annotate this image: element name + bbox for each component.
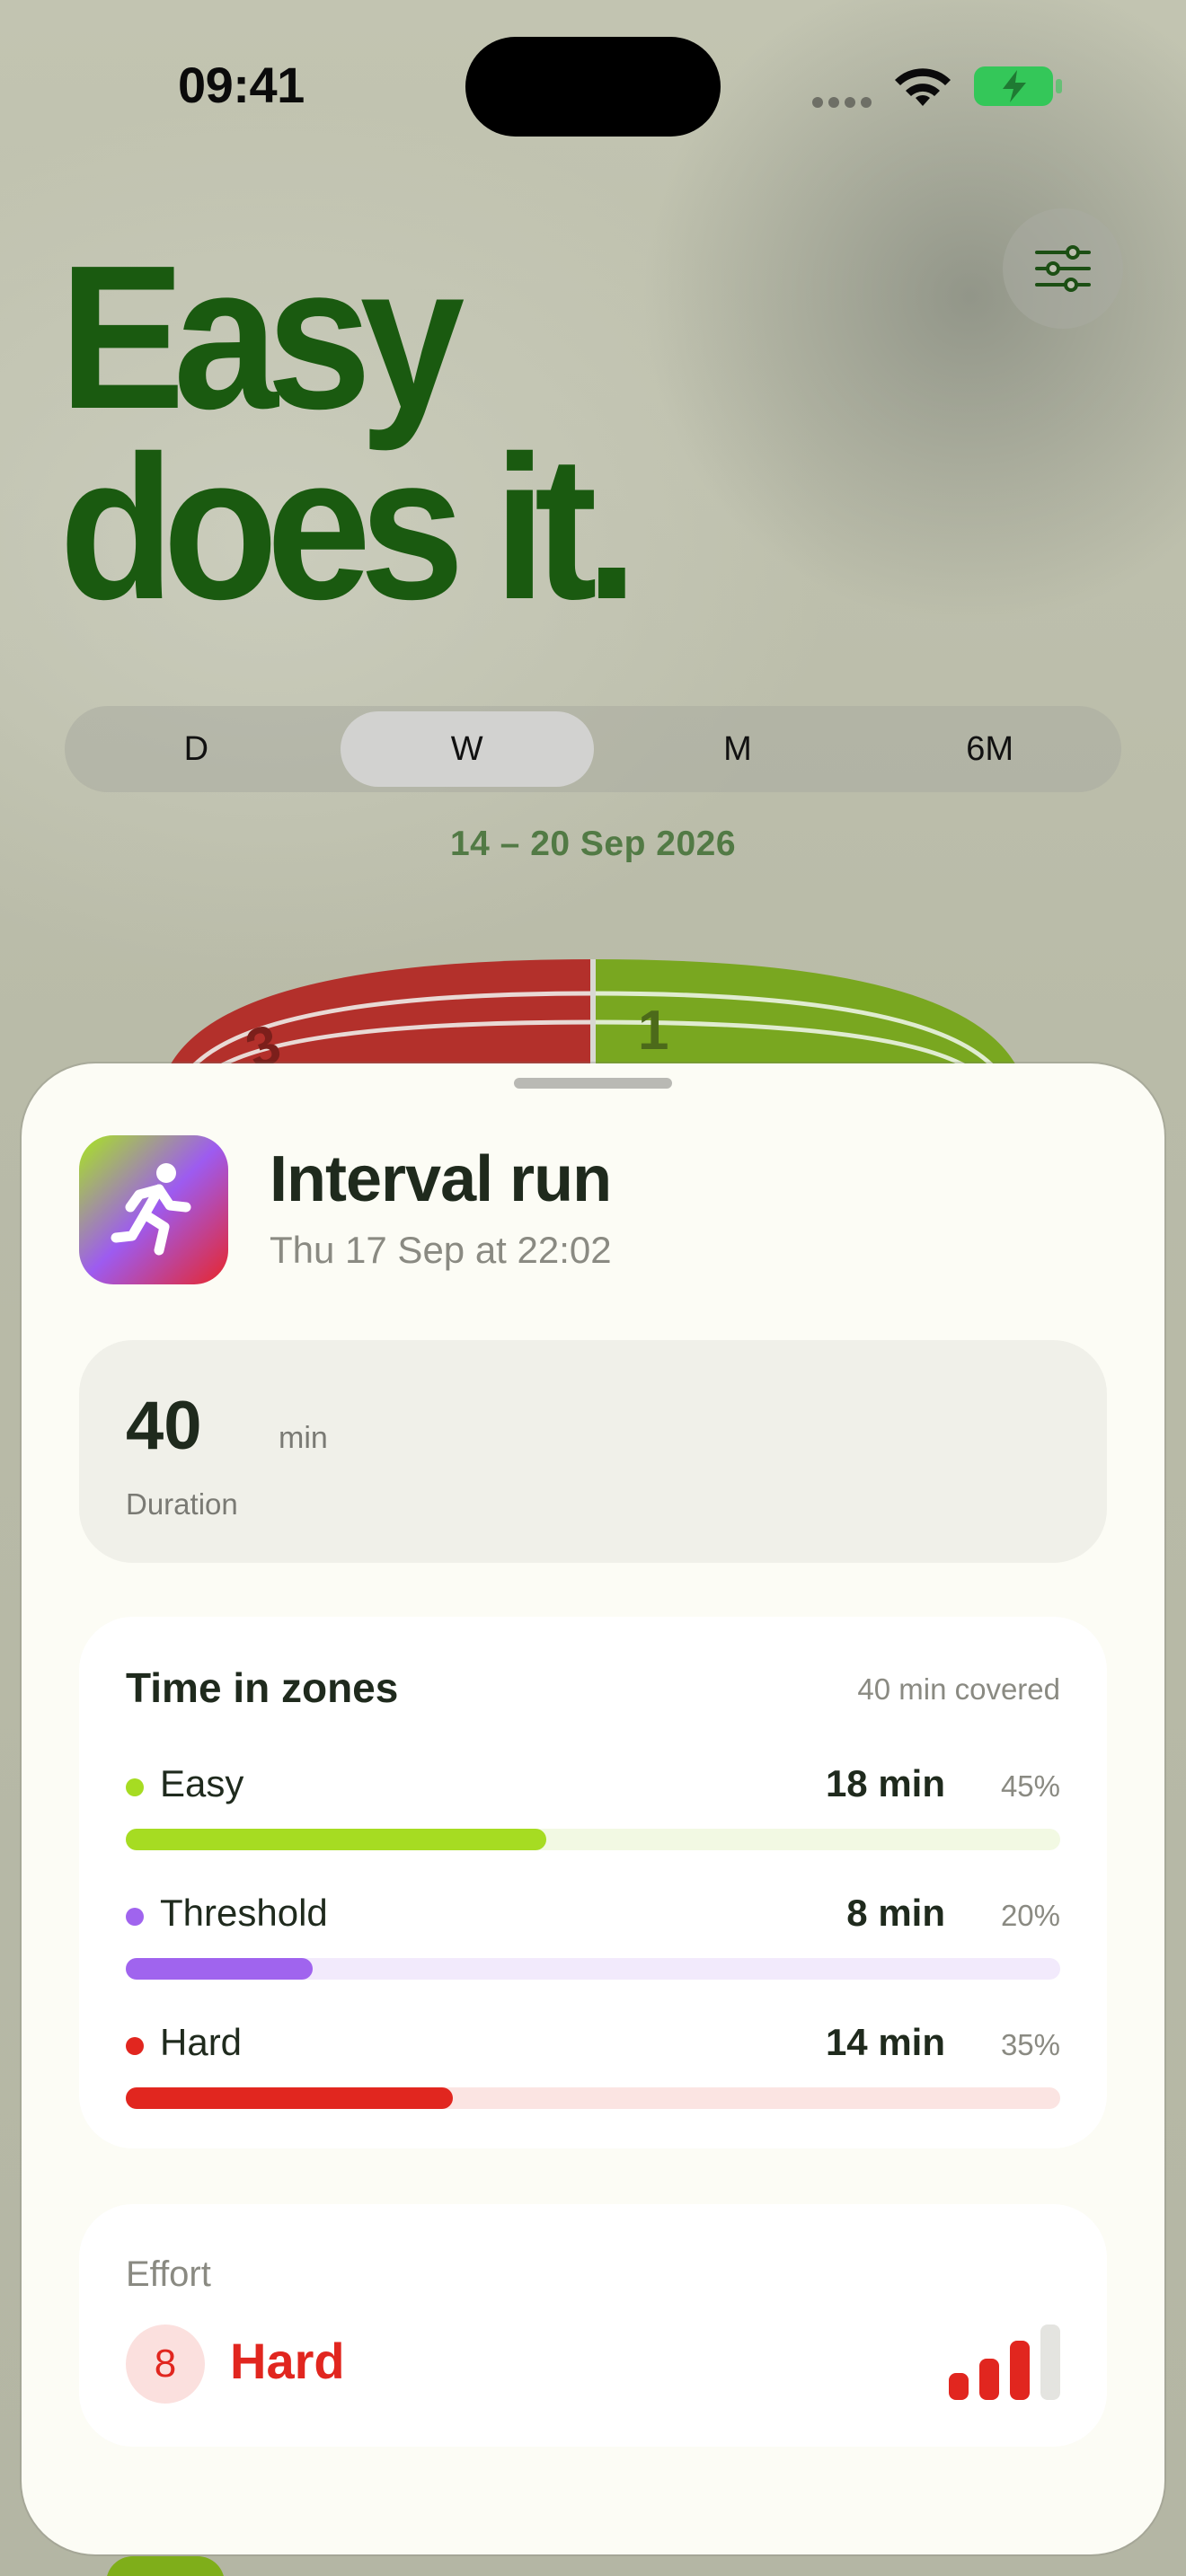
workout-app-icon [79, 1135, 228, 1284]
effort-bar [949, 2373, 969, 2400]
workout-datetime: Thu 17 Sep at 22:02 [270, 1229, 612, 1271]
track-lane-1-label: 1 [638, 1000, 668, 1062]
zone-row-threshold: Threshold 8 min 20% [126, 1883, 1060, 1980]
effort-bar [1040, 2325, 1060, 2400]
effort-label: Effort [126, 2254, 211, 2294]
zone-minutes: 8 min [846, 1892, 945, 1934]
hero-line-2: does it. [59, 414, 638, 642]
effort-score-badge: 8 [126, 2325, 205, 2404]
period-segmented-control: D W M 6M [65, 706, 1121, 792]
zone-name: Hard [160, 2021, 243, 2063]
dynamic-island [465, 37, 721, 137]
zone-percent: 20% [1000, 1899, 1060, 1932]
duration-card: 40 min Duration [79, 1340, 1107, 1563]
segment-six-months[interactable]: 6M [863, 711, 1116, 787]
hero-line-1: Easy [59, 224, 465, 452]
effort-bar [979, 2359, 999, 2400]
zone-minutes: 18 min [825, 1762, 945, 1804]
hero-title: Easy does it. [59, 224, 638, 642]
sheet-grabber[interactable] [514, 1078, 672, 1089]
zones-covered: 40 min covered [857, 1672, 1060, 1706]
zones-title: Time in zones [126, 1664, 399, 1711]
zone-progress-track [126, 2087, 1060, 2109]
zone-name: Easy [160, 1762, 244, 1804]
duration-label: Duration [126, 1487, 238, 1521]
workout-title: Interval run [270, 1143, 612, 1215]
segment-day[interactable]: D [70, 711, 323, 787]
wifi-icon [895, 68, 951, 106]
effort-card: Effort 8 Hard [79, 2204, 1107, 2447]
duration-unit: min [279, 1421, 328, 1455]
zone-progress-fill [126, 1829, 546, 1850]
status-time: 09:41 [178, 57, 305, 113]
zone-dot [126, 1778, 144, 1796]
zone-percent: 45% [1000, 1769, 1060, 1803]
zone-progress-track [126, 1958, 1060, 1980]
running-figure-icon [111, 1163, 191, 1256]
time-in-zones-card: Time in zones 40 min covered Easy 18 min… [79, 1617, 1107, 2148]
effort-level: Hard [230, 2333, 345, 2389]
zone-name: Threshold [160, 1892, 328, 1934]
duration-value: 40 [126, 1388, 202, 1464]
effort-bar [1010, 2341, 1030, 2400]
zone-percent: 35% [1000, 2028, 1060, 2061]
zone-row-hard: Hard 14 min 35% [126, 2012, 1060, 2109]
zone-progress-fill [126, 2087, 453, 2109]
zone-row-easy: Easy 18 min 45% [126, 1753, 1060, 1850]
filter-button[interactable] [1003, 208, 1123, 329]
date-range: 14 – 20 Sep 2026 [449, 825, 737, 863]
zone-progress-fill [126, 1958, 313, 1980]
workout-detail-sheet: Interval run Thu 17 Sep at 22:02 40 min … [22, 1063, 1164, 2554]
zone-dot [126, 2037, 144, 2055]
segment-month[interactable]: M [612, 711, 864, 787]
battery-charging-icon [974, 66, 1062, 106]
zone-minutes: 14 min [825, 2021, 945, 2063]
zone-dot [126, 1908, 144, 1926]
segment-week[interactable]: W [340, 711, 594, 787]
effort-bars-icon [949, 2325, 1060, 2400]
next-item-peek [106, 2556, 225, 2576]
zone-progress-track [126, 1829, 1060, 1850]
sliders-icon [1035, 245, 1091, 292]
cellular-signal-icon [812, 97, 872, 108]
